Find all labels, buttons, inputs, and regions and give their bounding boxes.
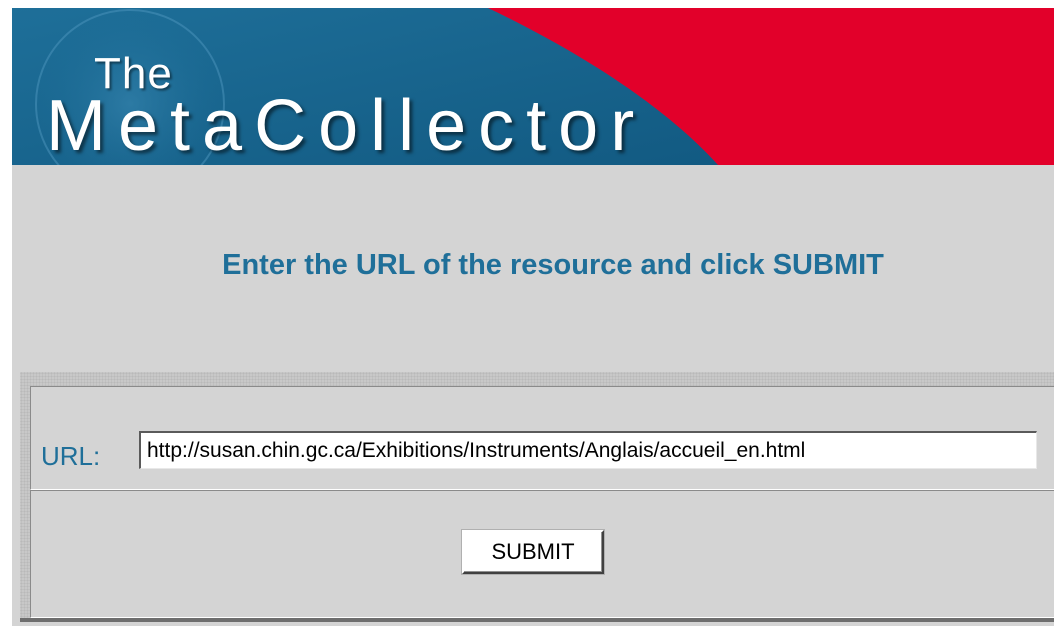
logo-title-large: MetaCollector [46, 86, 647, 165]
submit-button[interactable]: SUBMIT [462, 530, 604, 574]
url-label: URL: [41, 441, 101, 471]
url-input[interactable] [139, 431, 1037, 469]
instruction-text: Enter the URL of the resource and click … [222, 249, 884, 281]
page: The MetaCollector Enter the URL of the r… [0, 0, 1054, 626]
header-banner: The MetaCollector [12, 8, 1054, 165]
url-form: URL: SUBMIT [20, 372, 1054, 622]
submit-row: SUBMIT [30, 490, 1054, 618]
url-row: URL: [30, 386, 1054, 490]
main-panel: Enter the URL of the resource and click … [12, 165, 1054, 626]
